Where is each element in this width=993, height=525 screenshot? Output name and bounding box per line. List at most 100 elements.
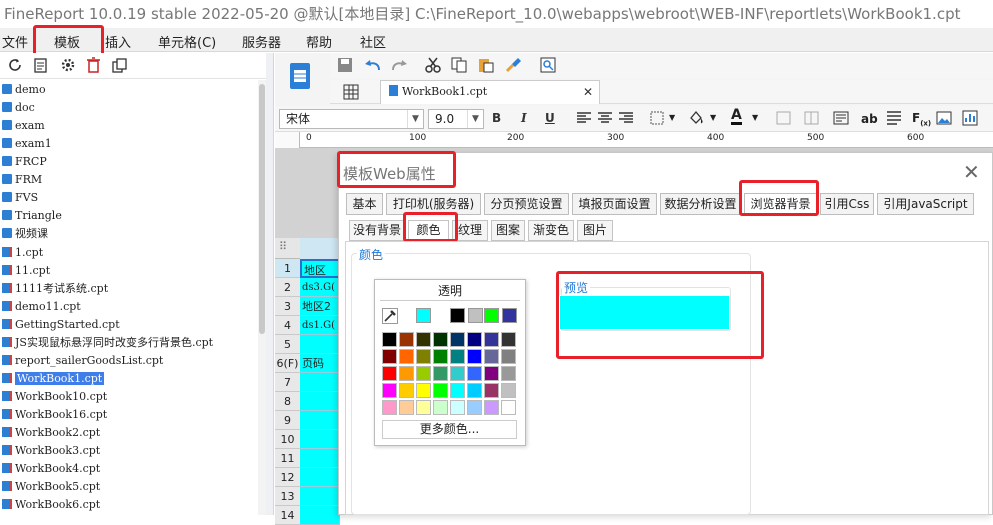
tree-file-item[interactable]: WorkBook16.cpt: [2, 406, 107, 424]
row-header[interactable]: 13: [275, 487, 300, 506]
palette-color-swatch[interactable]: [484, 400, 499, 415]
row-header[interactable]: 3: [275, 297, 300, 316]
grid-cell[interactable]: ds3.G(: [300, 278, 340, 297]
align-center-icon[interactable]: [598, 112, 612, 124]
palette-color-swatch[interactable]: [416, 332, 431, 347]
grid-cell[interactable]: [300, 449, 340, 468]
palette-color-swatch[interactable]: [501, 349, 516, 364]
palette-color-swatch[interactable]: [382, 366, 397, 381]
grid-cell[interactable]: [300, 430, 340, 449]
copy-icon[interactable]: [451, 57, 467, 73]
format-brush-icon[interactable]: [504, 56, 522, 74]
palette-color-swatch[interactable]: [450, 383, 465, 398]
subtab-gradient[interactable]: 渐变色: [528, 220, 574, 241]
palette-color-swatch[interactable]: [450, 400, 465, 415]
palette-color-swatch[interactable]: [399, 366, 414, 381]
tree-folder-item[interactable]: doc: [2, 99, 35, 117]
tree-folder-item[interactable]: exam1: [2, 135, 52, 153]
palette-color-swatch[interactable]: [450, 349, 465, 364]
palette-color-swatch[interactable]: [399, 400, 414, 415]
row-header[interactable]: 4: [275, 316, 300, 335]
palette-color-swatch[interactable]: [399, 332, 414, 347]
tree-file-item[interactable]: report_sailerGoodsList.cpt: [2, 352, 163, 370]
menu-file[interactable]: 文件: [2, 32, 28, 51]
recent-color-swatch[interactable]: [416, 308, 431, 323]
row-header[interactable]: 2: [275, 278, 300, 297]
palette-color-swatch[interactable]: [501, 383, 516, 398]
grid-cell[interactable]: [300, 506, 340, 525]
preview-search-icon[interactable]: [540, 57, 556, 73]
row-header[interactable]: 6(F): [275, 354, 300, 373]
font-size-select[interactable]: 9.0 ▼: [428, 109, 484, 129]
tree-file-item[interactable]: demo11.cpt: [2, 298, 81, 316]
font-color-icon[interactable]: A: [731, 108, 742, 125]
split-cells-icon[interactable]: [804, 111, 819, 125]
tab-basic[interactable]: 基本: [346, 193, 383, 215]
subtab-image[interactable]: 图片: [577, 220, 613, 241]
insert-image-icon[interactable]: [936, 111, 952, 125]
tab-workbook1[interactable]: WorkBook1.cpt ✕: [380, 80, 600, 104]
palette-color-swatch[interactable]: [416, 349, 431, 364]
menu-help[interactable]: 帮助: [306, 32, 332, 51]
palette-color-swatch[interactable]: [416, 383, 431, 398]
palette-color-swatch[interactable]: [416, 366, 431, 381]
font-family-select[interactable]: 宋体 ▼: [279, 109, 424, 129]
palette-color-swatch[interactable]: [450, 332, 465, 347]
underline-button[interactable]: U: [545, 111, 555, 125]
palette-color-swatch[interactable]: [382, 349, 397, 364]
more-colors-button[interactable]: 更多颜色...: [382, 420, 517, 439]
grid-cell[interactable]: ds1.G(: [300, 316, 340, 335]
palette-color-swatch[interactable]: [484, 349, 499, 364]
tree-file-item[interactable]: JS实现鼠标悬浮同时改变多行背景色.cpt: [2, 334, 213, 352]
palette-color-swatch[interactable]: [433, 383, 448, 398]
tree-folder-item[interactable]: Triangle: [2, 207, 62, 225]
italic-button[interactable]: I: [521, 111, 527, 125]
palette-color-swatch[interactable]: [467, 383, 482, 398]
tree-file-item[interactable]: 1111考试系统.cpt: [2, 280, 108, 298]
palette-color-swatch[interactable]: [433, 349, 448, 364]
tree-file-item[interactable]: WorkBook3.cpt: [2, 442, 100, 460]
palette-color-swatch[interactable]: [467, 332, 482, 347]
bold-button[interactable]: B: [492, 111, 501, 125]
copy-icon[interactable]: [112, 58, 127, 73]
palette-color-swatch[interactable]: [416, 400, 431, 415]
tree-file-item[interactable]: WorkBook2.cpt: [2, 424, 100, 442]
delete-icon[interactable]: [86, 57, 101, 73]
save-icon[interactable]: [337, 57, 353, 73]
close-icon[interactable]: ✕: [963, 160, 980, 184]
settings-icon[interactable]: [60, 57, 76, 73]
recent-color-swatch[interactable]: [502, 308, 517, 323]
recent-color-swatch[interactable]: [450, 308, 465, 323]
palette-color-swatch[interactable]: [399, 349, 414, 364]
row-header[interactable]: 12: [275, 468, 300, 487]
transparent-option[interactable]: 透明: [380, 281, 520, 301]
tree-file-item[interactable]: WorkBook10.cpt: [2, 388, 107, 406]
new-template-icon[interactable]: [33, 58, 48, 73]
tab-close-icon[interactable]: ✕: [583, 81, 593, 103]
palette-color-swatch[interactable]: [433, 400, 448, 415]
formula-icon[interactable]: F(x): [912, 111, 931, 127]
palette-color-swatch[interactable]: [501, 366, 516, 381]
insert-text-icon[interactable]: [833, 111, 849, 125]
paste-icon[interactable]: [478, 57, 494, 73]
menu-cell[interactable]: 单元格(C): [158, 32, 216, 51]
grid-cell[interactable]: 地区2: [300, 297, 340, 316]
tree-scrollbar-thumb[interactable]: [259, 84, 265, 334]
grid-cell[interactable]: [300, 411, 340, 430]
palette-color-swatch[interactable]: [450, 366, 465, 381]
grid-cell[interactable]: [300, 392, 340, 411]
row-header[interactable]: 8: [275, 392, 300, 411]
tab-fill-page[interactable]: 填报页面设置: [572, 193, 657, 215]
tab-page-preview[interactable]: 分页预览设置: [484, 193, 569, 215]
row-header[interactable]: 1: [275, 259, 300, 278]
menu-server[interactable]: 服务器: [242, 32, 281, 51]
palette-color-swatch[interactable]: [467, 400, 482, 415]
palette-color-swatch[interactable]: [467, 349, 482, 364]
tree-folder-item[interactable]: demo: [2, 81, 46, 99]
palette-color-swatch[interactable]: [484, 366, 499, 381]
tab-javascript[interactable]: 引用JavaScript: [877, 193, 974, 215]
redo-icon[interactable]: [390, 57, 408, 73]
merge-cells-icon[interactable]: [776, 111, 791, 125]
tab-css[interactable]: 引用Css: [820, 193, 874, 215]
fill-color-icon[interactable]: [688, 110, 704, 126]
